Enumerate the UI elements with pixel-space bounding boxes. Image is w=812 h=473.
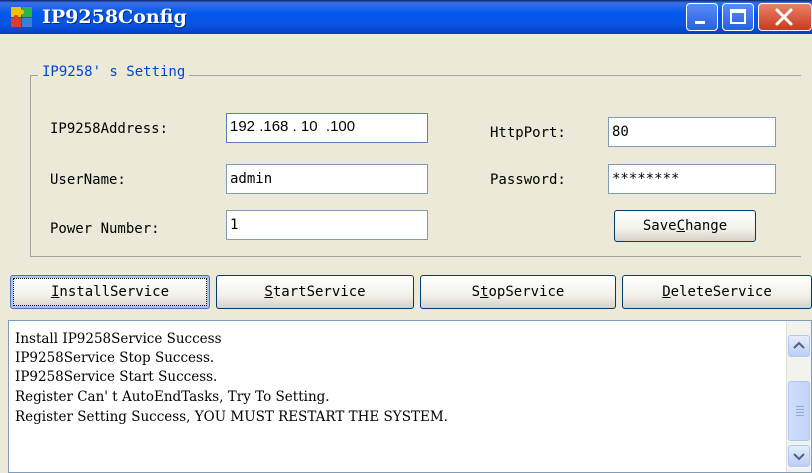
- log-line: IP9258Service Start Success.: [15, 369, 218, 385]
- ip-address-label: IP9258Address:: [50, 121, 169, 137]
- close-button[interactable]: [758, 3, 812, 31]
- install-service-button[interactable]: InstallService: [10, 275, 210, 309]
- stop-service-label-post: opService: [488, 284, 565, 300]
- save-change-label-post: hange: [685, 218, 728, 234]
- window-title: IP9258Config: [42, 6, 187, 28]
- maximize-button[interactable]: [722, 3, 754, 31]
- start-service-button[interactable]: StartService: [216, 275, 414, 309]
- ip9258config-window: IP9258Config IP9258' s Setting IP9258Add…: [0, 0, 812, 473]
- password-label: Password:: [490, 172, 566, 188]
- scroll-down-button[interactable]: [788, 445, 810, 467]
- log-vertical-scrollbar[interactable]: [786, 321, 811, 472]
- log-line: IP9258Service Stop Success.: [15, 350, 215, 366]
- httpport-label: HttpPort:: [490, 125, 566, 141]
- ip-address-input[interactable]: 192 .168 . 10 .100: [226, 113, 428, 143]
- start-service-accel: S: [264, 284, 273, 300]
- minimize-button[interactable]: [686, 3, 718, 31]
- maximize-icon: [730, 9, 746, 24]
- install-service-label: nstallService: [59, 284, 169, 300]
- save-change-accel: C: [676, 218, 685, 234]
- close-icon: [775, 8, 793, 26]
- httpport-input[interactable]: 80: [608, 117, 776, 147]
- save-change-button[interactable]: SaveChange: [614, 210, 756, 242]
- scroll-down-arrow-icon: [793, 453, 805, 461]
- stop-service-accel: t: [480, 284, 489, 300]
- settings-group-legend: IP9258' s Setting: [38, 64, 190, 80]
- delete-service-accel: D: [662, 284, 671, 300]
- minimize-icon: [695, 21, 705, 24]
- stop-service-button[interactable]: StopService: [420, 275, 616, 309]
- power-number-label: Power Number:: [50, 221, 160, 237]
- title-bar[interactable]: IP9258Config: [0, 0, 812, 34]
- log-line: Register Can' t AutoEndTasks, Try To Set…: [15, 389, 330, 405]
- username-label: UserName:: [50, 172, 126, 188]
- delete-service-label: eleteService: [670, 284, 772, 300]
- power-number-input[interactable]: 1: [226, 210, 428, 240]
- scroll-up-arrow-icon: [793, 341, 805, 349]
- log-line: Register Setting Success, YOU MUST RESTA…: [15, 409, 448, 425]
- save-change-label-pre: Save: [642, 218, 677, 234]
- username-input[interactable]: admin: [226, 164, 428, 194]
- delete-service-button[interactable]: DeleteService: [622, 275, 812, 309]
- scroll-thumb[interactable]: [788, 381, 810, 441]
- password-input[interactable]: ********: [608, 164, 776, 194]
- puzzle-app-icon: [11, 7, 32, 27]
- scroll-up-button[interactable]: [788, 335, 810, 357]
- stop-service-label-pre: S: [471, 284, 481, 300]
- log-output-area[interactable]: Install IP9258Service Success IP9258Serv…: [8, 320, 812, 473]
- start-service-label: tartService: [272, 284, 366, 300]
- log-line: Install IP9258Service Success: [15, 331, 222, 347]
